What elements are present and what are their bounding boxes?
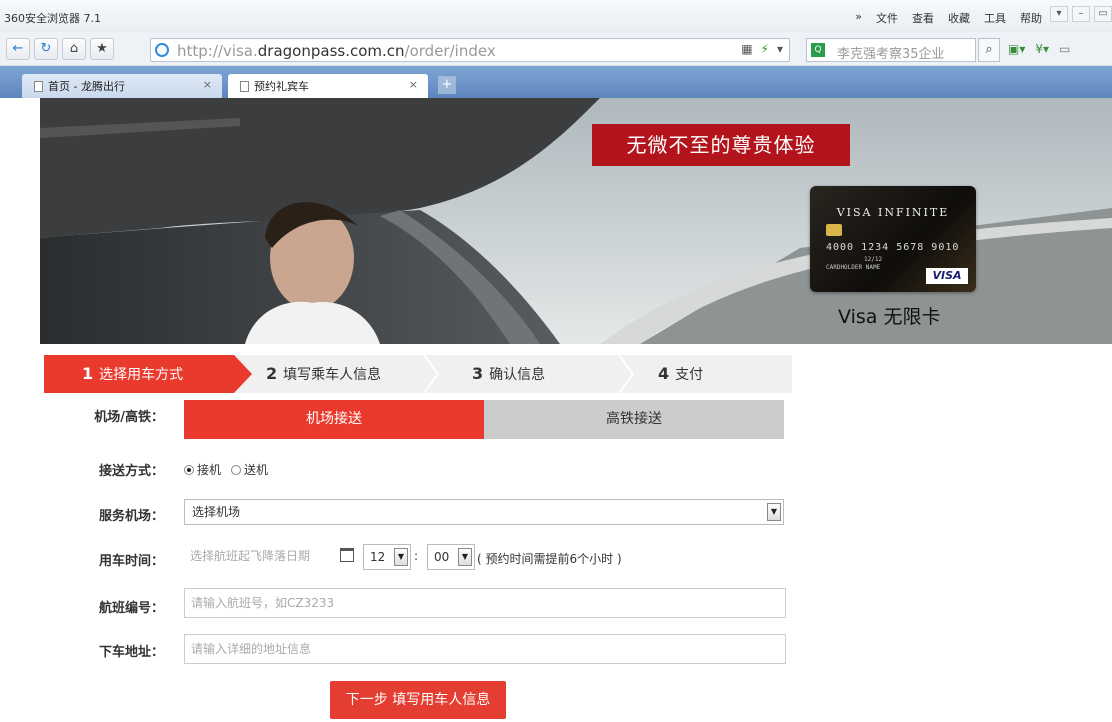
tab-airport-transfer[interactable]: 机场接送 bbox=[184, 400, 484, 439]
close-icon[interactable]: × bbox=[203, 78, 212, 91]
page-icon bbox=[34, 81, 43, 92]
star-icon[interactable]: ★ bbox=[90, 38, 114, 60]
step-3: 3 确认信息 bbox=[472, 355, 545, 393]
mode-radio-group: 接机 送机 bbox=[184, 461, 268, 478]
extension-icons: ▣▾ ¥▾ ▭ bbox=[1008, 42, 1070, 56]
step-number: 2 bbox=[266, 364, 278, 383]
card-number: 4000 1234 5678 9010 bbox=[826, 242, 960, 253]
step-1: 1 选择用车方式 bbox=[82, 355, 183, 393]
skin-icon[interactable]: ▾ bbox=[1050, 6, 1068, 22]
progress-steps: 1 选择用车方式 2 填写乘车人信息 3 确认信息 4 支付 bbox=[44, 355, 792, 393]
page-icon bbox=[240, 81, 249, 92]
search-icon[interactable]: ⌕ bbox=[978, 38, 1000, 62]
site-icon bbox=[155, 43, 169, 57]
tab-bar: 首页 - 龙腾出行 × 预约礼宾车 × + bbox=[0, 66, 1112, 98]
maximize-icon[interactable]: ▭ bbox=[1094, 6, 1112, 22]
radio-unchecked-icon[interactable] bbox=[231, 465, 242, 475]
airport-select-value: 选择机场 bbox=[192, 505, 241, 519]
minute-value: 00 bbox=[434, 550, 450, 564]
back-icon[interactable]: ← bbox=[6, 38, 30, 60]
airport-label: 服务机场： bbox=[98, 509, 164, 524]
url-text[interactable]: http://visa.dragonpass.com.cn/order/inde… bbox=[177, 42, 496, 60]
radio-dropoff[interactable]: 送机 bbox=[231, 461, 268, 478]
address-tools: ▦ ⚡ ▾ bbox=[741, 42, 783, 56]
menu-help[interactable]: 帮助 bbox=[1020, 10, 1042, 26]
chevron-down-icon[interactable]: ▼ bbox=[394, 548, 408, 566]
transfer-type-label: 机场/高铁： bbox=[94, 410, 164, 425]
airport-select[interactable]: 选择机场 ▼ bbox=[184, 499, 784, 525]
new-tab-icon[interactable]: + bbox=[438, 76, 456, 94]
tab-home[interactable]: 首页 - 龙腾出行 × bbox=[22, 74, 222, 98]
search-engine-icon[interactable]: Q bbox=[811, 43, 825, 57]
date-input[interactable]: 选择航班起飞降落日期 bbox=[184, 542, 334, 572]
step-number: 4 bbox=[658, 364, 670, 383]
flight-label: 航班编号： bbox=[98, 601, 164, 616]
speed-icon[interactable]: ⚡ bbox=[761, 42, 769, 56]
time-note: ( 预约时间需提前6个小时 ) bbox=[477, 552, 622, 566]
tab-booking[interactable]: 预约礼宾车 × bbox=[228, 74, 428, 98]
next-step-button[interactable]: 下一步 填写用车人信息 bbox=[330, 681, 506, 719]
minimize-icon[interactable]: – bbox=[1072, 6, 1090, 22]
hour-value: 12 bbox=[370, 550, 386, 564]
close-icon[interactable]: × bbox=[409, 78, 418, 91]
home-icon[interactable]: ⌂ bbox=[62, 38, 86, 60]
step-label: 选择用车方式 bbox=[99, 367, 184, 383]
browser-menu: » 文件 查看 收藏 工具 帮助 bbox=[855, 10, 1042, 26]
menu-view[interactable]: 查看 bbox=[912, 10, 934, 26]
browser-titlebar: 360安全浏览器 7.1 » 文件 查看 收藏 工具 帮助 ▾ – ▭ bbox=[0, 0, 1112, 32]
banner-tagline: 无微不至的尊贵体验 bbox=[592, 124, 850, 166]
visa-card-image: VISA INFINITE 4000 1234 5678 9010 12/12 … bbox=[810, 186, 976, 292]
card-caption: Visa 无限卡 bbox=[838, 306, 941, 328]
time-label: 用车时间： bbox=[98, 554, 164, 569]
app-title: 360安全浏览器 7.1 bbox=[4, 12, 101, 25]
menu-more[interactable]: » bbox=[855, 10, 862, 26]
time-separator: : bbox=[414, 549, 419, 563]
search-box[interactable]: Q 李克强考察35企业 bbox=[806, 38, 976, 62]
mode-label: 接送方式： bbox=[98, 464, 164, 479]
transfer-type-tabs: 机场接送 高铁接送 bbox=[184, 400, 784, 439]
window-controls: ▾ – ▭ bbox=[1050, 6, 1112, 22]
hero-banner: 无微不至的尊贵体验 VISA INFINITE 4000 1234 5678 9… bbox=[40, 98, 1112, 344]
flight-number-input[interactable]: 请输入航班号，如CZ3233 bbox=[184, 588, 786, 618]
refresh-icon[interactable]: ↻ bbox=[34, 38, 58, 60]
address-label: 下车地址： bbox=[98, 645, 164, 660]
chevron-down-icon[interactable]: ▼ bbox=[767, 503, 781, 521]
chip-icon bbox=[826, 224, 842, 236]
minute-select[interactable]: 00 ▼ bbox=[427, 544, 475, 570]
radio-checked-icon[interactable] bbox=[184, 465, 194, 475]
window-icon[interactable]: ▭ bbox=[1059, 42, 1070, 56]
qr-icon[interactable]: ▦ bbox=[741, 42, 752, 56]
search-input[interactable]: 李克强考察35企业 bbox=[837, 43, 945, 62]
apps-icon[interactable]: ▣▾ bbox=[1008, 42, 1025, 56]
dropdown-icon[interactable]: ▾ bbox=[777, 42, 783, 56]
money-icon[interactable]: ¥▾ bbox=[1035, 42, 1049, 56]
hour-select[interactable]: 12 ▼ bbox=[363, 544, 411, 570]
radio-pickup[interactable]: 接机 bbox=[184, 461, 221, 478]
address-bar[interactable]: http://visa.dragonpass.com.cn/order/inde… bbox=[150, 38, 790, 62]
card-brand: VISA INFINITE bbox=[836, 206, 950, 219]
tab-label: 首页 - 龙腾出行 bbox=[48, 80, 125, 93]
card-expiry: 12/12 bbox=[864, 256, 883, 263]
step-label: 确认信息 bbox=[489, 367, 546, 383]
address-input[interactable]: 请输入详细的地址信息 bbox=[184, 634, 786, 664]
menu-tools[interactable]: 工具 bbox=[984, 10, 1006, 26]
step-2: 2 填写乘车人信息 bbox=[266, 355, 381, 393]
step-number: 3 bbox=[472, 364, 484, 383]
calendar-icon[interactable] bbox=[340, 548, 354, 562]
menu-file[interactable]: 文件 bbox=[876, 10, 898, 26]
step-4: 4 支付 bbox=[658, 355, 703, 393]
step-label: 填写乘车人信息 bbox=[283, 367, 382, 383]
tab-label: 预约礼宾车 bbox=[254, 80, 309, 93]
visa-logo: VISA bbox=[926, 268, 968, 284]
step-label: 支付 bbox=[675, 367, 704, 383]
step-number: 1 bbox=[82, 364, 94, 383]
card-holder: CARDHOLDER NAME bbox=[826, 264, 881, 271]
menu-favorites[interactable]: 收藏 bbox=[948, 10, 970, 26]
chevron-down-icon[interactable]: ▼ bbox=[458, 548, 472, 566]
browser-toolbar: ← ↻ ⌂ ★ http://visa.dragonpass.com.cn/or… bbox=[0, 32, 1112, 66]
tab-rail-transfer[interactable]: 高铁接送 bbox=[484, 400, 784, 439]
